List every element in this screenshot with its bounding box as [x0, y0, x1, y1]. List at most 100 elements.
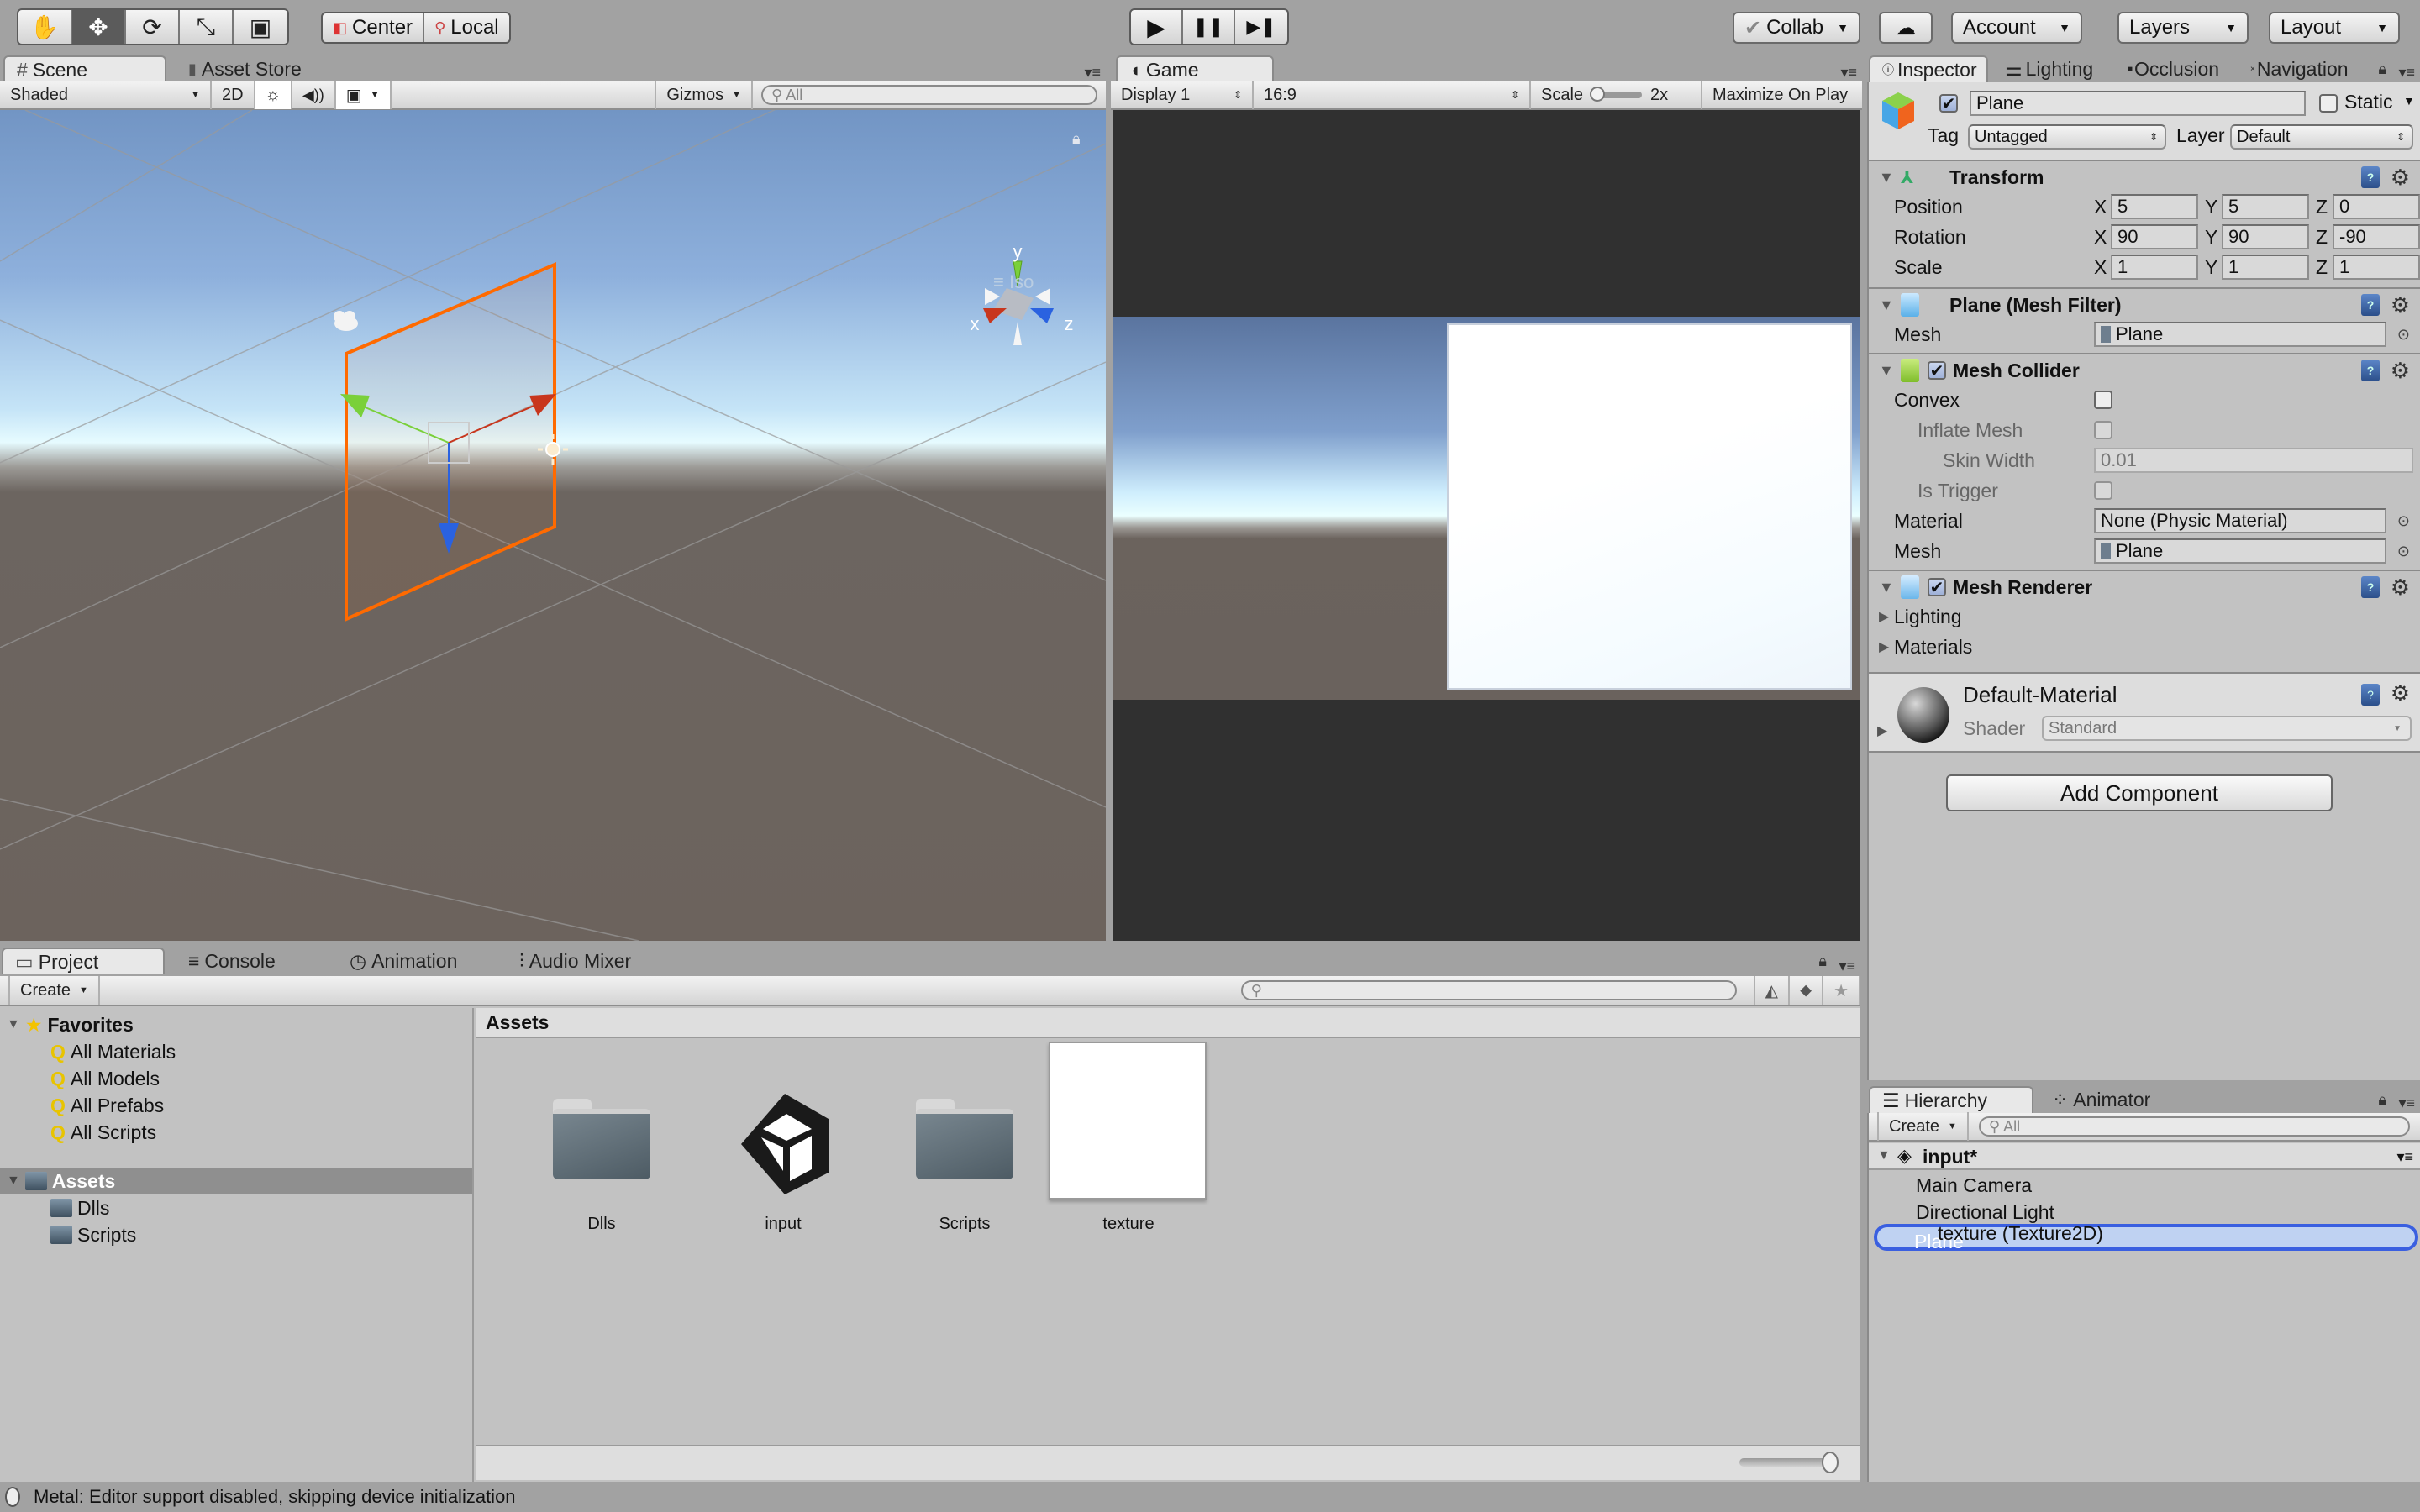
gear-icon[interactable]: ⚙	[2391, 680, 2410, 706]
game-viewport[interactable]	[1113, 110, 1860, 941]
asset-item-texture[interactable]: texture	[1049, 1042, 1208, 1240]
help-book-icon[interactable]: ?	[2361, 576, 2380, 598]
scene-search-input[interactable]: ⚲ All	[761, 85, 1097, 105]
scene-audio-toggle[interactable]: ◀))	[292, 81, 336, 109]
hierarchy-item-main-camera[interactable]: Main Camera	[1916, 1172, 2032, 1199]
rotation-x-field[interactable]: 90	[2111, 224, 2198, 249]
play-button[interactable]: ▶	[1131, 10, 1183, 44]
move-tool-button[interactable]: ✥	[72, 10, 126, 44]
project-search-input[interactable]: ⚲	[1240, 980, 1737, 1000]
scene-root-row[interactable]: ▼ ◈ input* ▾≡	[1869, 1143, 2420, 1170]
expand-triangle-icon[interactable]: ▶	[1877, 722, 1887, 739]
transform-header[interactable]: ▼ ⅄ Transform ? ⚙	[1869, 160, 2420, 193]
layout-dropdown[interactable]: Layout ▼	[2269, 12, 2400, 44]
asset-item-scripts[interactable]: Scripts	[897, 1080, 1032, 1240]
mesh-renderer-enabled-checkbox[interactable]: ✔	[1928, 578, 1946, 597]
projection-toggle[interactable]: ≡ Iso	[993, 271, 1034, 293]
tab-asset-store[interactable]: ▮ Asset Store	[176, 55, 313, 82]
scale-slider-thumb[interactable]	[1590, 87, 1606, 102]
gear-icon[interactable]: ⚙	[2391, 165, 2410, 191]
convex-checkbox[interactable]	[2094, 391, 2112, 409]
lock-icon[interactable]: 🔒︎	[2378, 60, 2386, 78]
mesh-filter-mesh-field[interactable]: Plane	[2094, 322, 2386, 347]
step-button[interactable]: ▶❚	[1235, 10, 1287, 44]
collab-button[interactable]: ✔ Collab ▼	[1733, 12, 1860, 44]
skin-width-field[interactable]: 0.01	[2094, 448, 2413, 473]
rect-tool-button[interactable]: ▣	[234, 10, 287, 44]
scene-effects-toggle[interactable]: ▣ ▼	[335, 81, 392, 109]
tree-folder-scripts[interactable]: Scripts	[50, 1221, 136, 1248]
scene-viewport[interactable]: y x z 🔒︎ ≡ Iso	[0, 110, 1106, 941]
object-picker-icon[interactable]: ⊙	[2397, 512, 2410, 530]
position-x-field[interactable]: 5	[2111, 194, 2198, 219]
shader-dropdown[interactable]: Standard ▼	[2042, 716, 2412, 741]
account-dropdown[interactable]: Account ▼	[1951, 12, 2082, 44]
scale-z-field[interactable]: 1	[2333, 255, 2420, 280]
object-name-field[interactable]: Plane	[1970, 91, 2306, 116]
favorite-item[interactable]: Q All Models	[50, 1065, 160, 1092]
scale-x-field[interactable]: 1	[2111, 255, 2198, 280]
hierarchy-create-dropdown[interactable]: Create ▼	[1877, 1112, 1969, 1141]
pivot-local-button[interactable]: ⚲ Local	[424, 13, 509, 42]
cloud-button[interactable]: ☁	[1879, 12, 1933, 44]
help-book-icon[interactable]: ?	[2361, 684, 2380, 706]
scale-slider[interactable]	[1590, 87, 1643, 102]
filter-by-type-button[interactable]: ◭	[1753, 976, 1791, 1005]
help-book-icon[interactable]: ?	[2361, 166, 2380, 188]
2d-toggle[interactable]: 2D	[212, 81, 255, 109]
help-book-icon[interactable]: ?	[2361, 360, 2380, 381]
panel-menu-icon[interactable]: ▾≡	[1084, 64, 1101, 81]
scene-menu-icon[interactable]: ▾≡	[2396, 1148, 2413, 1166]
lock-icon[interactable]: 🔒︎	[1818, 953, 1827, 970]
favorite-search-button[interactable]: ★	[1823, 976, 1860, 1005]
tab-occlusion[interactable]: ■ Occlusion	[2116, 55, 2231, 82]
assets-node[interactable]: ▼ Assets	[7, 1168, 115, 1194]
pause-button[interactable]: ❚❚	[1183, 10, 1235, 44]
hierarchy-item-plane[interactable]: Plane texture (Texture2D)	[1874, 1222, 2418, 1252]
favorite-item[interactable]: Q All Scripts	[50, 1119, 156, 1146]
favorite-item[interactable]: Q All Prefabs	[50, 1092, 164, 1119]
rotation-y-field[interactable]: 90	[2222, 224, 2309, 249]
object-picker-icon[interactable]: ⊙	[2397, 326, 2410, 344]
tab-game[interactable]: ◖ Game	[1116, 55, 1274, 82]
asset-item-input[interactable]: input	[716, 1080, 850, 1240]
layers-dropdown[interactable]: Layers ▼	[2118, 12, 2249, 44]
hierarchy-search-input[interactable]: ⚲ All	[1978, 1116, 2410, 1137]
scene-lighting-toggle[interactable]: ☼	[255, 81, 292, 109]
layer-dropdown[interactable]: Default ⇕	[2230, 124, 2413, 150]
asset-item-dlls[interactable]: Dlls	[534, 1080, 669, 1240]
gizmos-dropdown[interactable]: Gizmos ▼	[655, 81, 753, 109]
inflate-mesh-checkbox[interactable]	[2094, 421, 2112, 439]
tree-folder-dlls[interactable]: Dlls	[50, 1194, 109, 1221]
project-create-dropdown[interactable]: Create ▼	[8, 976, 100, 1005]
hand-tool-button[interactable]: ✋	[18, 10, 72, 44]
scale-y-field[interactable]: 1	[2222, 255, 2309, 280]
tab-scene[interactable]: # Scene	[3, 55, 166, 82]
display-dropdown[interactable]: Display 1 ⇕	[1111, 81, 1254, 109]
filter-by-label-button[interactable]: ⬥	[1790, 976, 1824, 1005]
maximize-on-play-toggle[interactable]: Maximize On Play	[1702, 81, 1858, 109]
is-trigger-checkbox[interactable]	[2094, 481, 2112, 500]
active-checkbox[interactable]: ✔	[1939, 94, 1958, 113]
scale-tool-button[interactable]: ⤡	[180, 10, 234, 44]
materials-foldout[interactable]: ▶ Materials	[1869, 632, 2420, 662]
panel-menu-icon[interactable]: ▾≡	[2398, 1095, 2415, 1112]
tab-inspector[interactable]: ⓘ Inspector	[1869, 55, 1988, 82]
aspect-dropdown[interactable]: 16:9 ⇕	[1254, 81, 1531, 109]
position-z-field[interactable]: 0	[2333, 194, 2420, 219]
pivot-center-button[interactable]: ◧ Center	[323, 13, 425, 42]
rotate-tool-button[interactable]: ⟳	[126, 10, 180, 44]
tab-navigation[interactable]: × Navigation	[2238, 55, 2360, 82]
mesh-collider-header[interactable]: ▼ ✔ Mesh Collider ? ⚙	[1869, 353, 2420, 386]
tag-dropdown[interactable]: Untagged ⇕	[1968, 124, 2166, 150]
tab-lighting[interactable]: ⚌ Lighting	[1993, 55, 2105, 82]
orientation-gizmo[interactable]: y x z	[971, 241, 1074, 345]
draw-mode-dropdown[interactable]: Shaded ▼	[0, 81, 212, 109]
static-checkbox[interactable]	[2319, 94, 2338, 113]
lighting-foldout[interactable]: ▶ Lighting	[1869, 601, 2420, 632]
lock-icon[interactable]: 🔒︎	[2378, 1091, 2386, 1109]
position-y-field[interactable]: 5	[2222, 194, 2309, 219]
camera-icon[interactable]	[334, 311, 358, 331]
lock-icon[interactable]: 🔒︎	[1072, 130, 1081, 148]
rotation-z-field[interactable]: -90	[2333, 224, 2420, 249]
